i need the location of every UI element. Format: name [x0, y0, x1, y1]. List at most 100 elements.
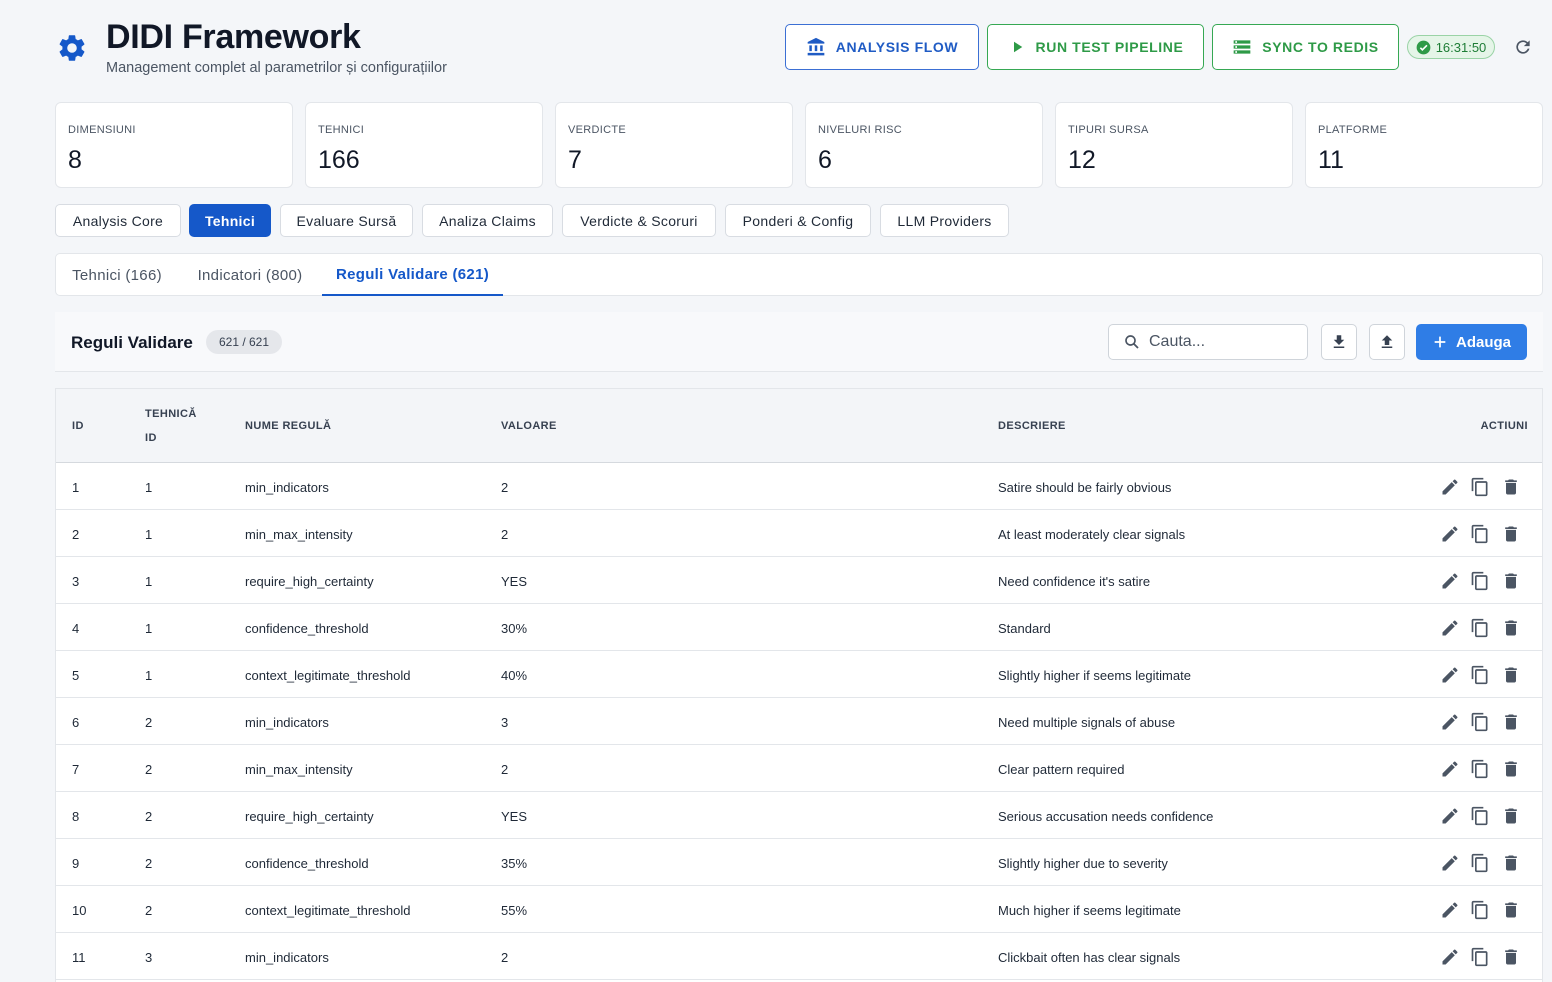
tab-analiza-claims[interactable]: Analiza Claims [422, 204, 553, 237]
table-row: 9 2 confidence_threshold 35% Slightly higher… [56, 839, 1542, 886]
cell-description: Satire should be fairly obvious [998, 480, 1172, 495]
sub-tabs: Tehnici (166) Indicatori (800) Reguli Va… [55, 253, 1543, 296]
upload-button[interactable] [1369, 324, 1405, 360]
subtab-tehnici[interactable]: Tehnici (166) [56, 254, 178, 296]
cell-description: At least moderately clear signals [998, 527, 1186, 542]
bank-icon [807, 37, 825, 56]
delete-icon[interactable] [1501, 759, 1521, 779]
delete-icon[interactable] [1501, 900, 1521, 920]
cell-id: 1 [72, 480, 80, 495]
edit-icon[interactable] [1440, 477, 1460, 497]
tab-tehnici[interactable]: Tehnici [189, 204, 271, 237]
edit-icon[interactable] [1440, 947, 1460, 967]
cell-description: Standard [998, 621, 1051, 636]
col-header-value: VALOARE [501, 420, 557, 432]
panel-toolbar: Reguli Validare 621 / 621 Adauga [55, 312, 1543, 372]
edit-icon[interactable] [1440, 618, 1460, 638]
run-test-pipeline-button[interactable]: RUN TEST PIPELINE [987, 24, 1204, 70]
rules-table: ID TEHNICĂ ID NUME REGULĂ VALOARE DESCRI… [55, 388, 1543, 982]
cell-rule-name: min_indicators [245, 950, 329, 965]
storage-icon [1233, 40, 1251, 54]
col-header-id: ID [72, 420, 84, 432]
cell-value: 35% [501, 856, 528, 871]
search-box[interactable] [1108, 324, 1308, 360]
search-icon [1125, 335, 1139, 349]
stat-value: 12 [1068, 146, 1096, 174]
subtab-reguli-validare[interactable]: Reguli Validare (621) [322, 254, 503, 296]
delete-icon[interactable] [1501, 853, 1521, 873]
tab-llm-providers[interactable]: LLM Providers [880, 204, 1009, 237]
edit-icon[interactable] [1440, 900, 1460, 920]
copy-icon[interactable] [1470, 524, 1490, 544]
cell-id: 4 [72, 621, 80, 636]
copy-icon[interactable] [1470, 712, 1490, 732]
cell-description: Clickbait often has clear signals [998, 950, 1181, 965]
cell-rule-name: context_legitimate_threshold [245, 903, 411, 918]
cell-rule-name: context_legitimate_threshold [245, 668, 411, 683]
copy-icon[interactable] [1470, 947, 1490, 967]
cell-rule-name: confidence_threshold [245, 621, 369, 636]
stat-card-tipuri-sursa: TIPURI SURSA 12 [1055, 102, 1293, 188]
search-input[interactable] [1149, 333, 1299, 351]
plus-icon [1434, 336, 1446, 348]
copy-icon[interactable] [1470, 853, 1490, 873]
cell-id: 6 [72, 715, 80, 730]
refresh-icon[interactable] [1513, 37, 1533, 57]
edit-icon[interactable] [1440, 571, 1460, 591]
delete-icon[interactable] [1501, 665, 1521, 685]
cell-rule-name: confidence_threshold [245, 856, 369, 871]
cell-technique-id: 2 [145, 856, 153, 871]
edit-icon[interactable] [1440, 853, 1460, 873]
cell-description: Slightly higher due to severity [998, 856, 1168, 871]
delete-icon[interactable] [1501, 712, 1521, 732]
tab-evaluare-sursa[interactable]: Evaluare Sursă [280, 204, 413, 237]
cell-description: Need multiple signals of abuse [998, 715, 1176, 730]
copy-icon[interactable] [1470, 477, 1490, 497]
copy-icon[interactable] [1470, 665, 1490, 685]
copy-icon[interactable] [1470, 900, 1490, 920]
cell-technique-id: 1 [145, 480, 153, 495]
delete-icon[interactable] [1501, 947, 1521, 967]
cell-value: 2 [501, 527, 509, 542]
copy-icon[interactable] [1470, 618, 1490, 638]
copy-icon[interactable] [1470, 571, 1490, 591]
table-row: 5 1 context_legitimate_threshold 40% Slightl… [56, 651, 1542, 698]
copy-icon[interactable] [1470, 759, 1490, 779]
check-circle-icon [1416, 40, 1431, 54]
cell-description: Clear pattern required [998, 762, 1125, 777]
delete-icon[interactable] [1501, 477, 1521, 497]
cell-rule-name: min_max_intensity [245, 527, 353, 542]
col-header-technique-id: TEHNICĂ [145, 408, 197, 420]
add-button[interactable]: Adauga [1416, 324, 1527, 360]
col-header-description: DESCRIERE [998, 420, 1066, 432]
edit-icon[interactable] [1440, 806, 1460, 826]
delete-icon[interactable] [1501, 618, 1521, 638]
tab-verdicte-scoruri[interactable]: Verdicte & Scoruri [562, 204, 716, 237]
cell-id: 2 [72, 527, 80, 542]
analysis-flow-button[interactable]: ANALYSIS FLOW [785, 24, 979, 70]
subtab-indicatori[interactable]: Indicatori (800) [180, 254, 320, 296]
sync-to-redis-button[interactable]: SYNC TO REDIS [1212, 24, 1399, 70]
edit-icon[interactable] [1440, 524, 1460, 544]
edit-icon[interactable] [1440, 712, 1460, 732]
edit-icon[interactable] [1440, 665, 1460, 685]
download-button[interactable] [1321, 324, 1357, 360]
copy-icon[interactable] [1470, 806, 1490, 826]
table-row: 6 2 min_indicators 3 Need multiple signals o… [56, 698, 1542, 745]
delete-icon[interactable] [1501, 524, 1521, 544]
delete-icon[interactable] [1501, 571, 1521, 591]
table-row: 10 2 context_legitimate_threshold 55% Much h… [56, 886, 1542, 933]
edit-icon[interactable] [1440, 759, 1460, 779]
table-row: 11 3 min_indicators 2 Clickbait often has cl… [56, 933, 1542, 980]
stat-value: 8 [68, 146, 82, 174]
stat-card-niveluri-risc: NIVELURI RISC 6 [805, 102, 1043, 188]
stat-label: PLATFORME [1318, 124, 1388, 136]
table-row: 1 1 min_indicators 2 Satire should be fairly… [56, 463, 1542, 510]
delete-icon[interactable] [1501, 806, 1521, 826]
tab-ponderi-config[interactable]: Ponderi & Config [725, 204, 871, 237]
col-header-actions: ACTIUNI [1480, 420, 1528, 432]
stat-label: TEHNICI [318, 124, 365, 136]
tab-analysis-core[interactable]: Analysis Core [55, 204, 181, 237]
cell-value: 2 [501, 480, 509, 495]
status-badge: 16:31:50 [1407, 35, 1495, 59]
